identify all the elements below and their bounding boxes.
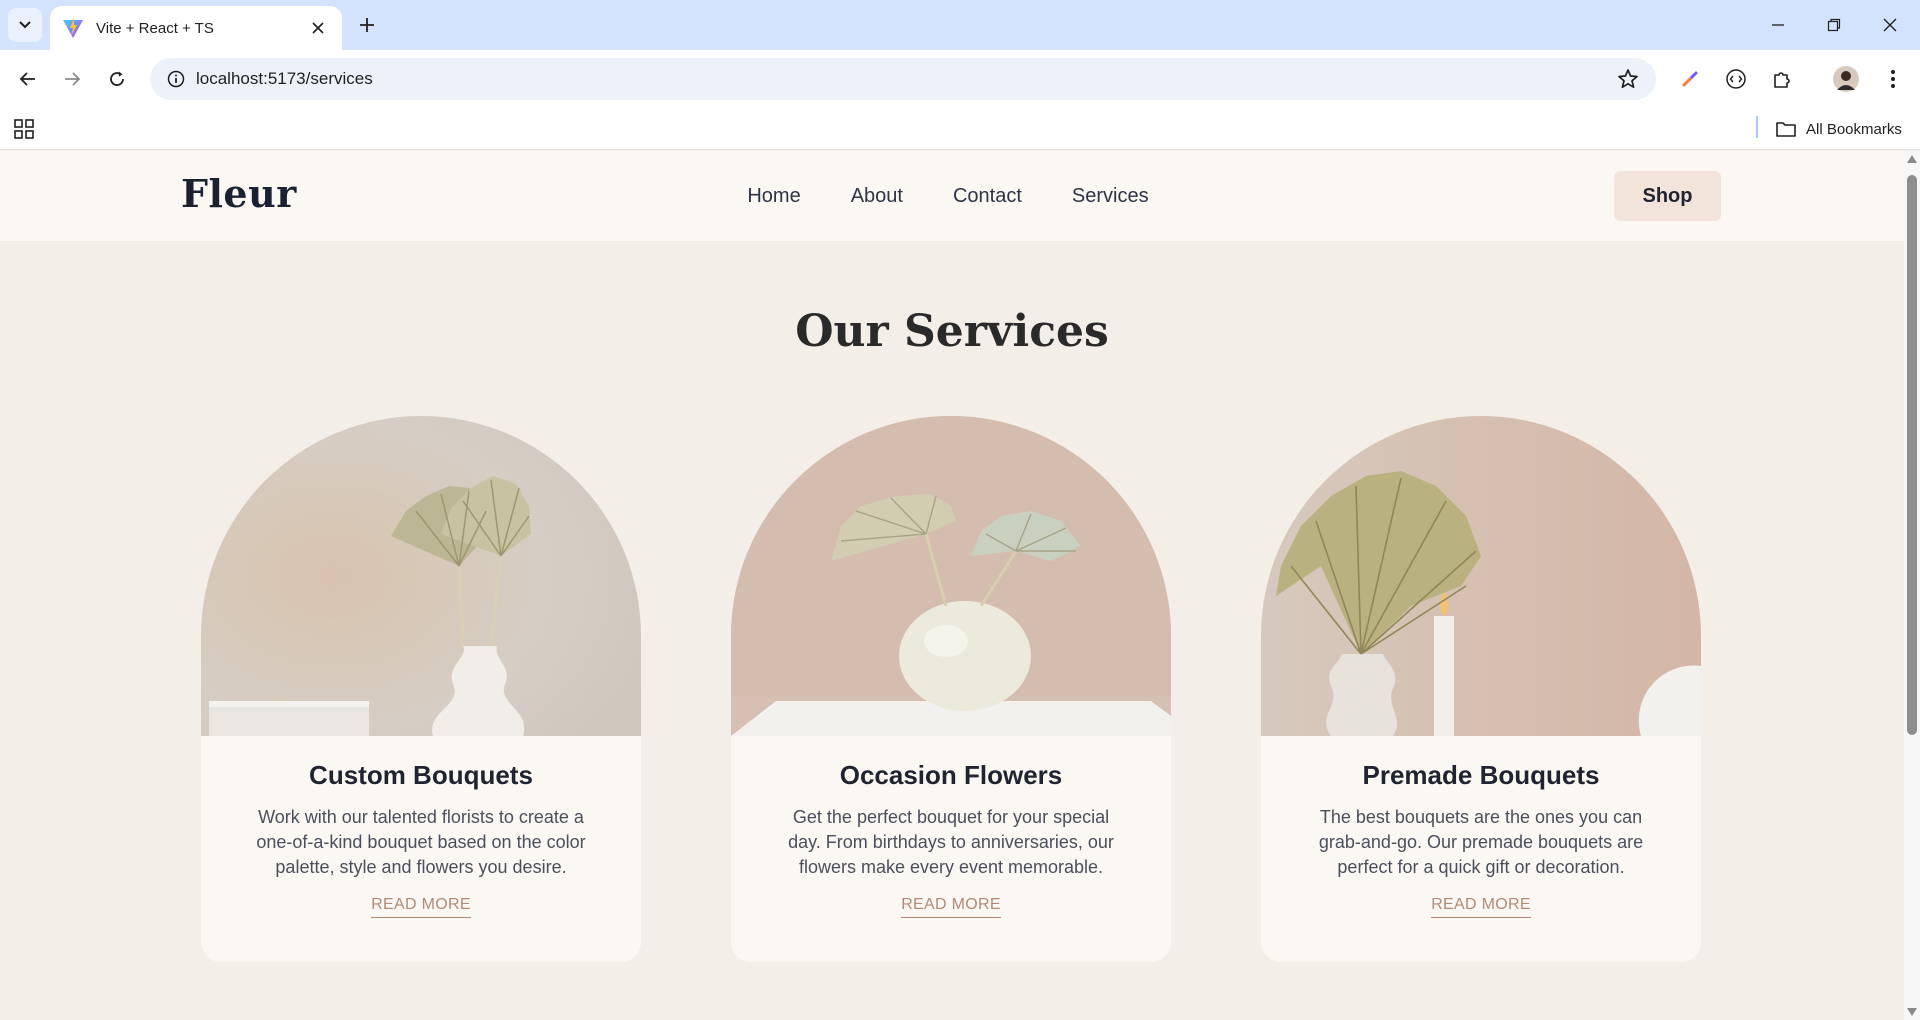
more-vertical-icon (1891, 70, 1895, 88)
all-bookmarks-label: All Bookmarks (1806, 120, 1902, 138)
read-more-link[interactable]: READ MORE (371, 896, 471, 918)
restore-icon (1827, 18, 1841, 32)
all-bookmarks-button[interactable]: All Bookmarks (1776, 115, 1902, 143)
close-icon (1883, 18, 1897, 32)
nav-link-services[interactable]: Services (1072, 185, 1149, 208)
service-description: Get the perfect bouquet for your special… (788, 807, 1114, 877)
read-more-link[interactable]: READ MORE (901, 896, 1001, 918)
reload-icon (110, 71, 124, 86)
service-card-premade-bouquets: Premade Bouquets The best bouquets are t… (1261, 416, 1701, 962)
address-bar[interactable]: localhost:5173/services (150, 58, 1656, 100)
arrow-right-icon (65, 72, 81, 86)
service-image-occasion-flowers (731, 416, 1171, 736)
close-window-button[interactable] (1862, 0, 1918, 50)
service-card-occasion-flowers: Occasion Flowers Get the perfect bouquet… (731, 416, 1171, 962)
bookmarks-divider (1756, 116, 1758, 138)
service-description: Work with our talented florists to creat… (256, 807, 586, 877)
folder-icon (1776, 122, 1796, 137)
browser-toolbar: localhost:5173/services (0, 50, 1920, 108)
devtools-extension[interactable] (1720, 63, 1752, 95)
code-circle-icon (1726, 69, 1746, 89)
vite-icon (63, 18, 83, 38)
avatar (1833, 66, 1859, 92)
page-viewport: Fleur Home About Contact Services Shop O… (0, 151, 1904, 1020)
service-card-custom-bouquets: Custom Bouquets Work with our talented f… (201, 416, 641, 962)
service-card-body: Occasion Flowers Get the perfect bouquet… (731, 736, 1171, 962)
service-title: Premade Bouquets (1362, 760, 1600, 790)
shop-button[interactable]: Shop (1614, 171, 1721, 221)
chevron-down-icon (19, 21, 31, 29)
profile-button[interactable] (1830, 63, 1862, 95)
plus-icon (360, 18, 374, 32)
service-card-body: Premade Bouquets The best bouquets are t… (1261, 736, 1701, 962)
minimize-button[interactable] (1750, 0, 1806, 50)
forward-button[interactable] (56, 63, 88, 95)
minimize-icon (1772, 24, 1784, 26)
scroll-down-icon[interactable] (1907, 1008, 1917, 1016)
close-tab-icon[interactable] (306, 16, 330, 40)
tab-search-button[interactable] (8, 8, 42, 42)
page-title: Our Services (795, 306, 1109, 357)
tab-title: Vite + React + TS (96, 19, 214, 37)
bookmarks-bar: All Bookmarks (0, 108, 1920, 150)
restore-button[interactable] (1806, 0, 1862, 50)
paint-brush-icon (1682, 71, 1698, 87)
browser-tab[interactable]: Vite + React + TS (50, 6, 342, 50)
new-tab-button[interactable] (352, 10, 382, 40)
service-title: Custom Bouquets (309, 760, 533, 790)
back-button[interactable] (12, 63, 44, 95)
read-more-link[interactable]: READ MORE (1431, 896, 1531, 918)
service-description: The best bouquets are the ones you can g… (1318, 807, 1644, 877)
site-info-icon[interactable] (156, 58, 196, 100)
extensions-button[interactable] (1766, 63, 1798, 95)
color-picker-extension[interactable] (1674, 63, 1706, 95)
service-image-custom-bouquets (201, 416, 641, 736)
puzzle-icon (1774, 72, 1790, 88)
browser-tabstrip: Vite + React + TS (0, 0, 1920, 50)
service-title: Occasion Flowers (839, 760, 1063, 790)
service-image-premade-bouquets (1261, 416, 1701, 736)
nav-link-about[interactable]: About (851, 185, 903, 208)
browser-menu-button[interactable] (1877, 63, 1909, 95)
reload-button[interactable] (101, 63, 133, 95)
url-text[interactable]: localhost:5173/services (196, 69, 373, 89)
page-scrollbar[interactable] (1904, 151, 1920, 1020)
apps-grid-icon[interactable] (12, 117, 36, 141)
scroll-thumb[interactable] (1907, 175, 1917, 735)
site-header: Fleur Home About Contact Services Shop (0, 151, 1904, 241)
service-card-body: Custom Bouquets Work with our talented f… (201, 736, 641, 962)
nav-link-home[interactable]: Home (747, 185, 800, 208)
arrow-left-icon (19, 72, 35, 86)
nav-link-contact[interactable]: Contact (953, 185, 1022, 208)
star-icon[interactable] (1616, 67, 1640, 91)
scroll-up-icon[interactable] (1907, 155, 1917, 163)
